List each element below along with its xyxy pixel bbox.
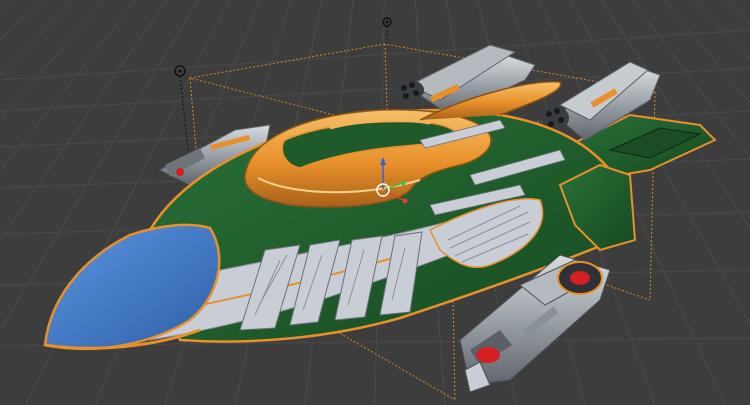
spaceship-model[interactable] xyxy=(43,44,717,393)
viewport-canvas[interactable] xyxy=(0,0,750,405)
object-origin xyxy=(381,188,385,192)
3d-viewport[interactable] xyxy=(0,0,750,405)
empty-icon[interactable] xyxy=(174,65,189,151)
lamp-icon[interactable] xyxy=(382,17,392,44)
